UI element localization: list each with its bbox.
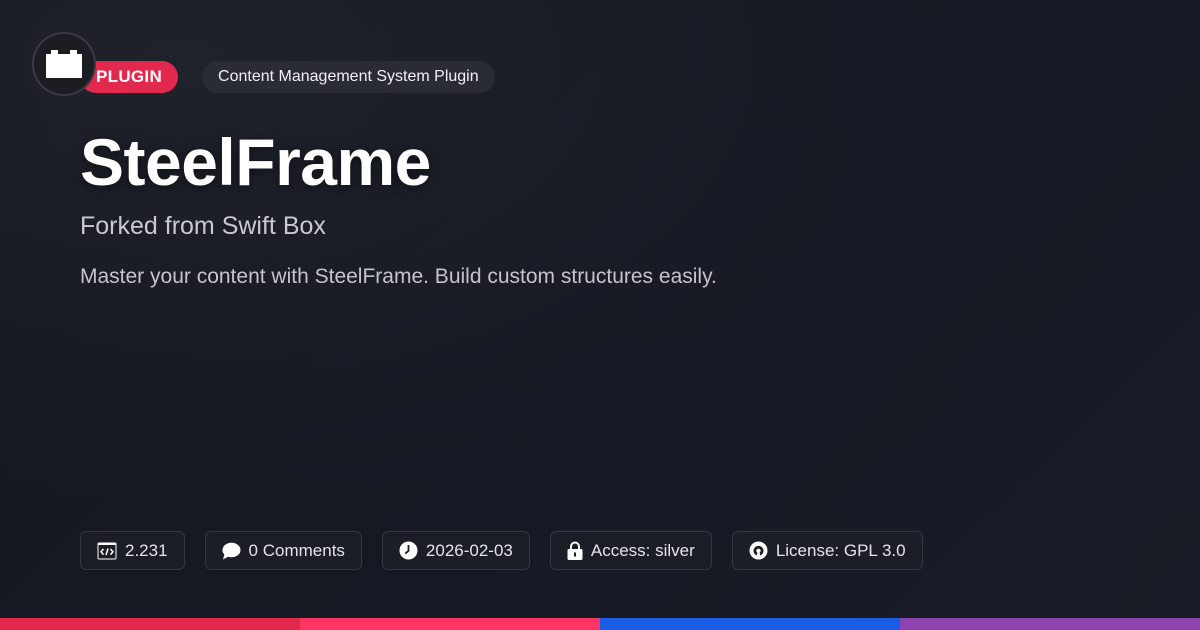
open-source-icon xyxy=(749,541,768,560)
comments-chip[interactable]: 0 Comments xyxy=(204,531,362,570)
version-label: 2.231 xyxy=(125,540,168,560)
date-label: 2026-02-03 xyxy=(425,540,513,560)
subtitle: Forked from Swift Box xyxy=(80,212,326,240)
category-badge[interactable]: Content Management System Plugin xyxy=(202,61,495,93)
stripe-segment xyxy=(900,618,1200,630)
date-chip: 2026-02-03 xyxy=(381,531,530,570)
comments-label: 0 Comments xyxy=(248,540,345,560)
description: Master your content with SteelFrame. Bui… xyxy=(80,265,717,288)
license-chip[interactable]: License: GPL 3.0 xyxy=(731,531,923,570)
stripe-segment xyxy=(300,618,600,630)
block-icon xyxy=(46,50,82,78)
version-chip: 2.231 xyxy=(80,531,185,570)
page-title: SteelFrame xyxy=(80,125,431,199)
access-label: Access: silver xyxy=(590,540,695,560)
stripe-segment xyxy=(0,618,300,630)
badge-row: PLUGIN Content Management System Plugin xyxy=(80,61,495,93)
comment-icon xyxy=(222,542,241,559)
logo xyxy=(32,32,96,96)
clock-icon xyxy=(399,541,418,560)
stripe-segment xyxy=(600,618,900,630)
code-icon xyxy=(97,542,117,559)
license-label: License: GPL 3.0 xyxy=(775,540,906,560)
access-chip: Access: silver xyxy=(549,531,712,570)
meta-row: 2.231 0 Comments 2026-02-03 Access: silv… xyxy=(80,531,923,570)
lock-icon xyxy=(567,541,583,560)
brand-stripe xyxy=(0,618,1200,630)
